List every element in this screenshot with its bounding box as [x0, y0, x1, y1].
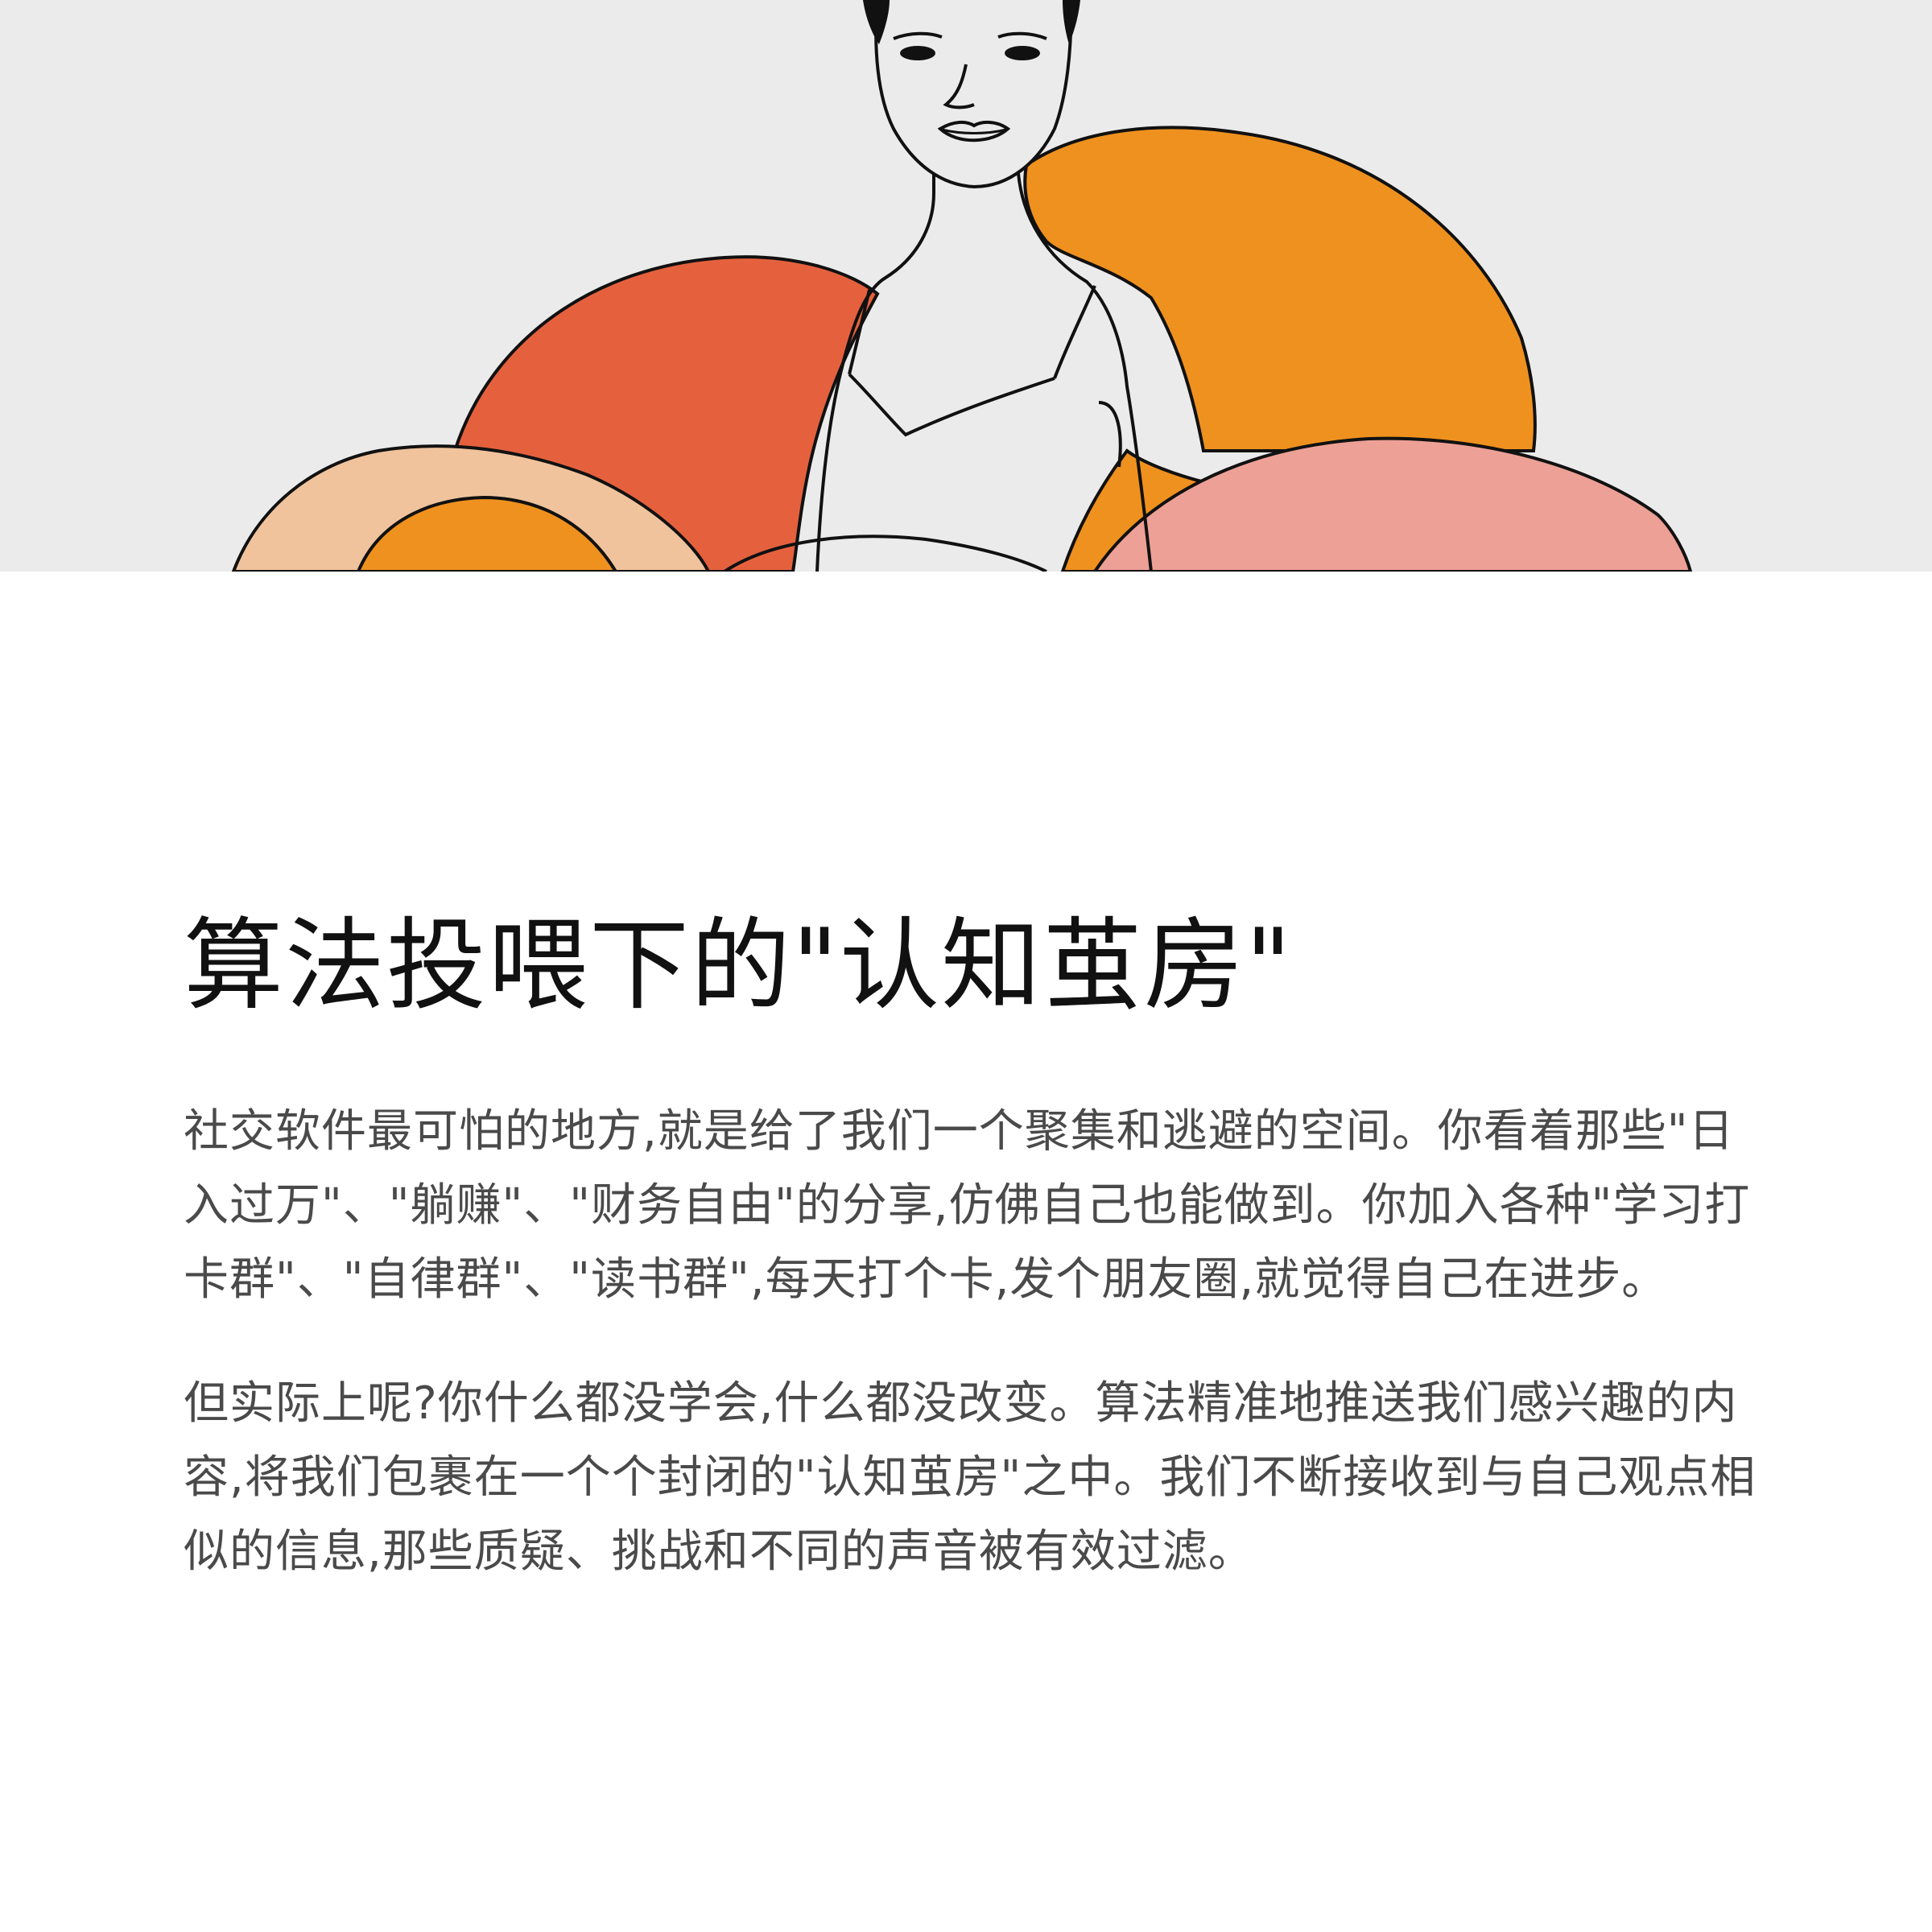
woman-illustration — [0, 0, 1932, 572]
right-eye — [1005, 46, 1040, 60]
article-title: 算法投喂下的"认知茧房" — [184, 908, 1294, 1024]
hero-illustration — [0, 0, 1932, 572]
paragraph-2: 但实际上呢?你什么都没学会,什么都没改变。算法精准地推送我们感兴趣的内容,将我们… — [184, 1377, 1757, 1578]
article: 算法投喂下的"认知茧房" 社交软件最可怕的地方,就是给了我们一个聚集和逃避的空间… — [184, 902, 1761, 1589]
left-eye — [900, 46, 935, 60]
paragraph-1: 社交软件最可怕的地方,就是给了我们一个聚集和逃避的空间。你看着那些"日入过万"、… — [184, 1105, 1751, 1306]
